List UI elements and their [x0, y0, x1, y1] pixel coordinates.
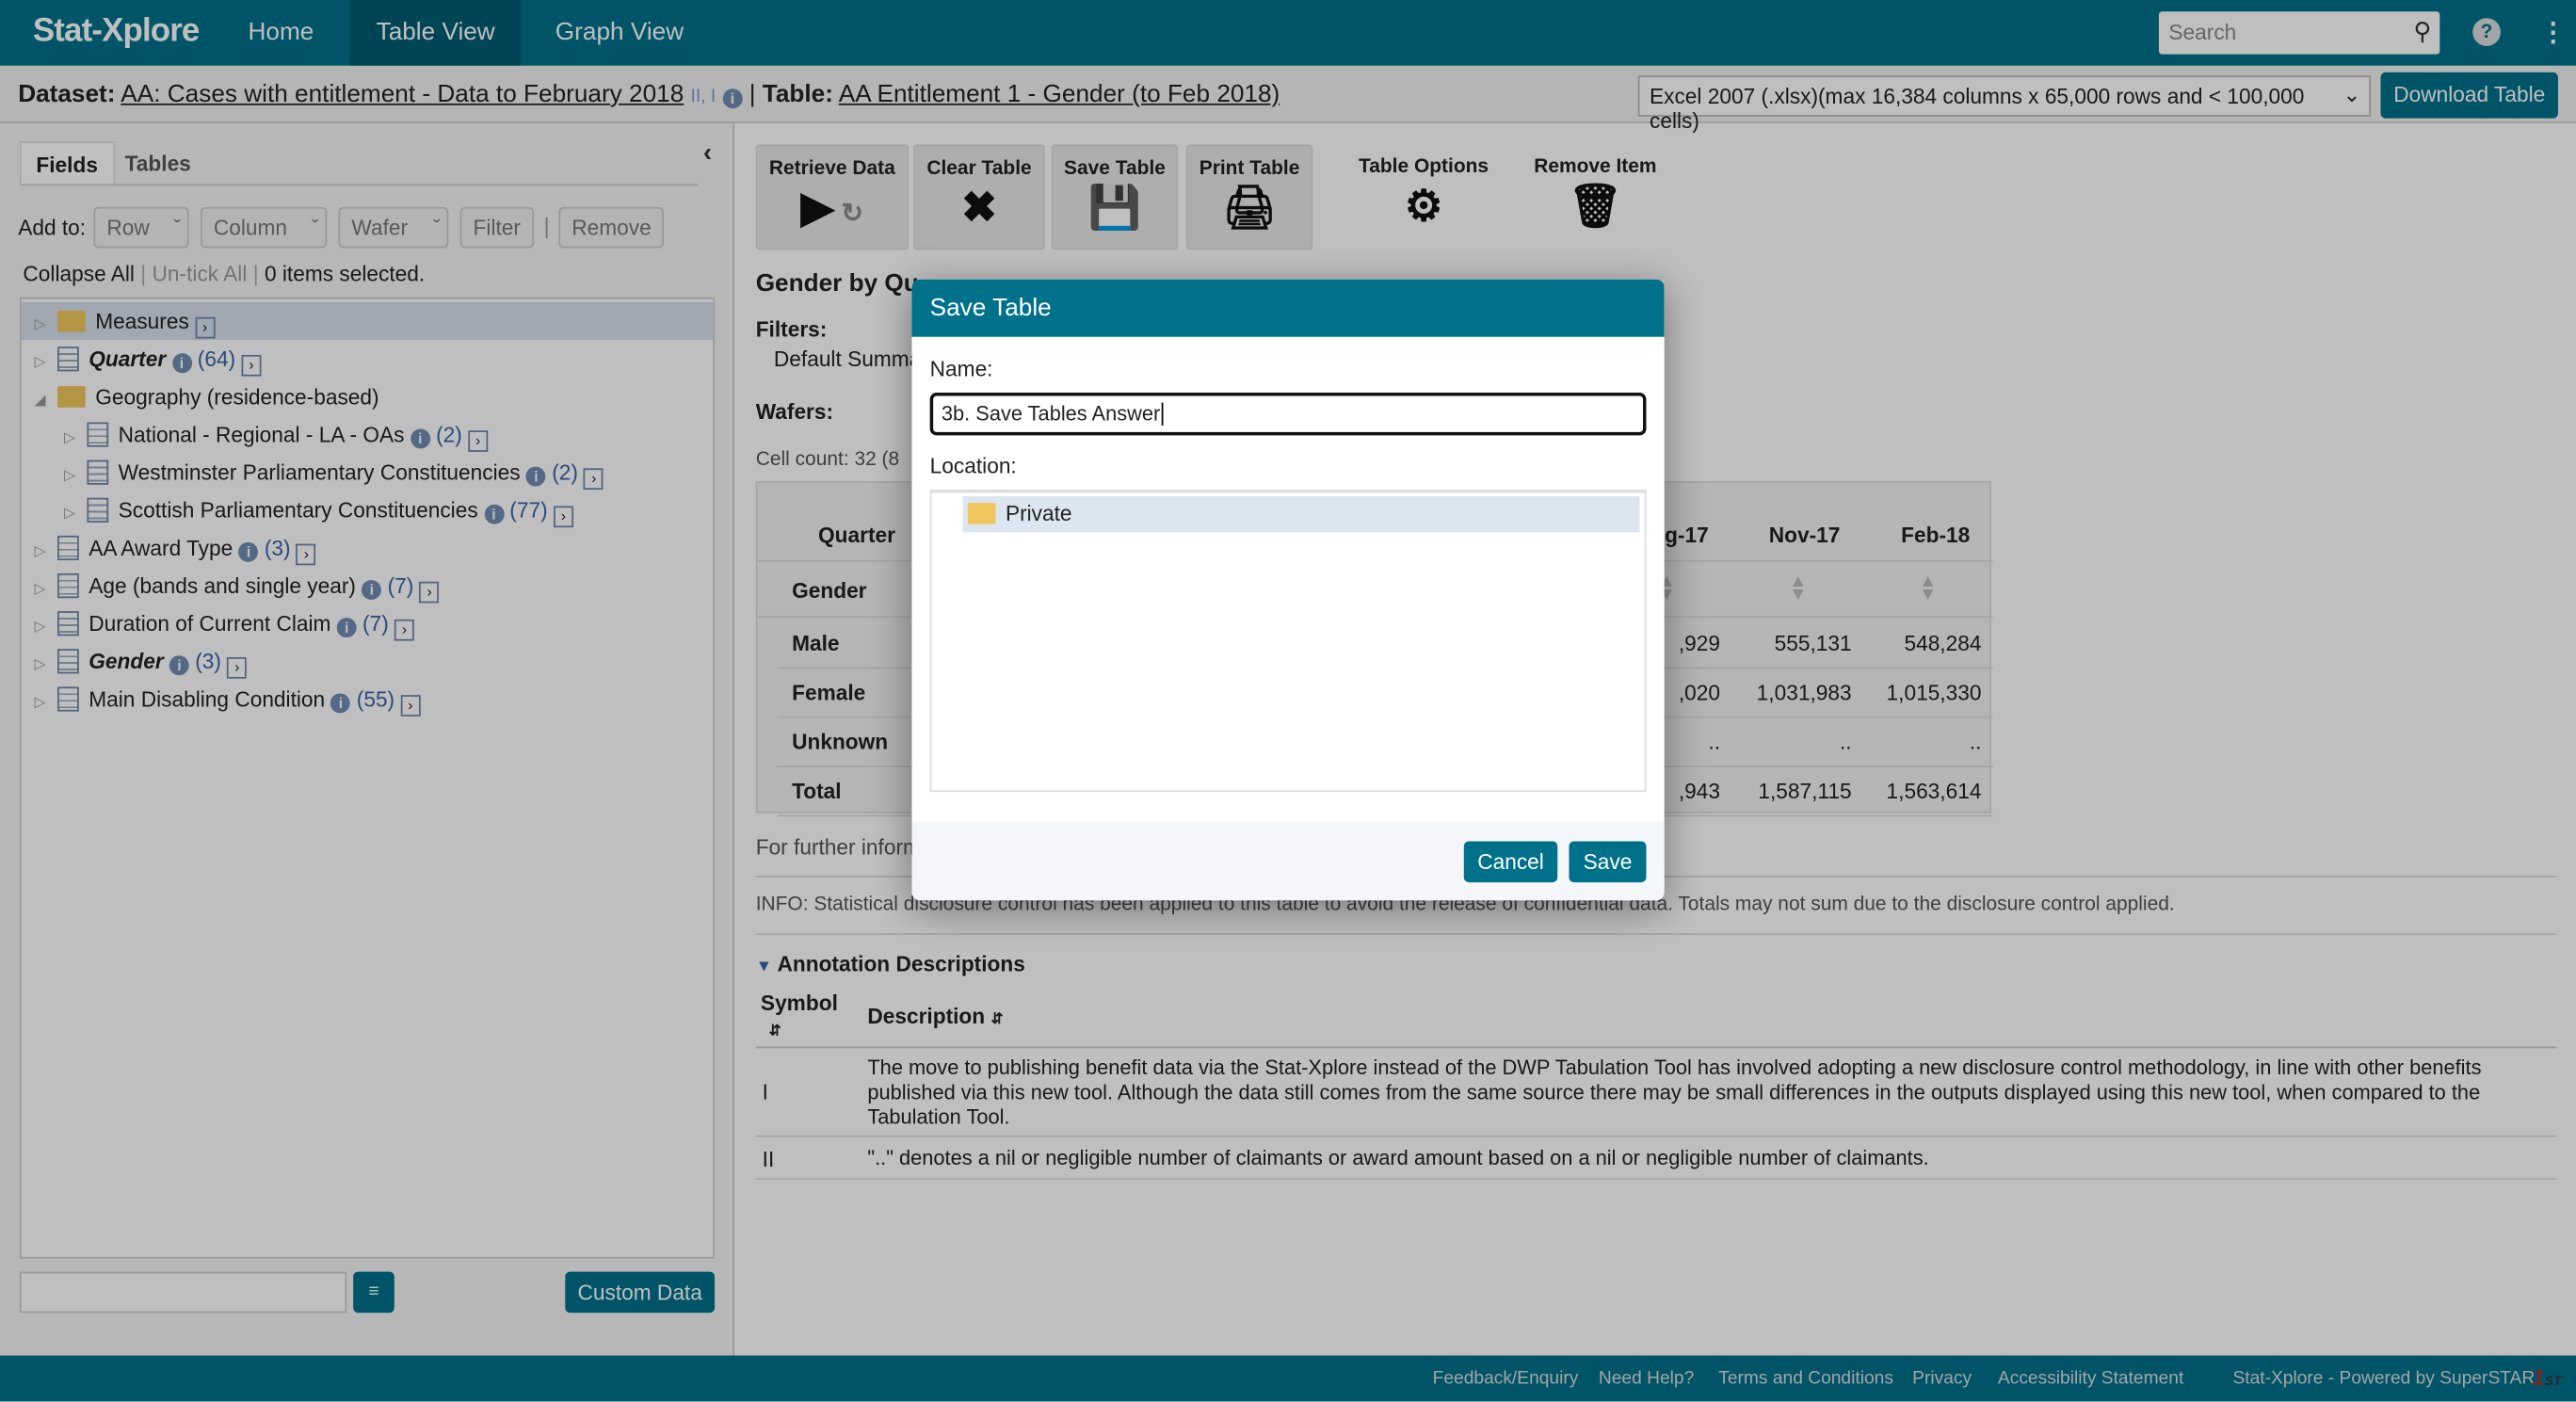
location-item-label: Private [1005, 501, 1072, 526]
location-tree[interactable]: Private [929, 490, 1647, 793]
folder-icon [967, 502, 996, 524]
cancel-button[interactable]: Cancel [1463, 841, 1558, 883]
location-item-private[interactable]: Private [962, 495, 1640, 533]
name-input-value: 3b. Save Tables Answer [941, 402, 1161, 426]
name-input[interactable]: 3b. Save Tables Answer [929, 393, 1647, 436]
location-label: Location: [929, 453, 1017, 478]
save-button[interactable]: Save [1569, 841, 1647, 883]
dialog-title: Save Table [911, 279, 1665, 337]
save-table-dialog: Save Table Name: 3b. Save Tables Answer … [911, 279, 1665, 901]
name-label: Name: [929, 356, 993, 381]
